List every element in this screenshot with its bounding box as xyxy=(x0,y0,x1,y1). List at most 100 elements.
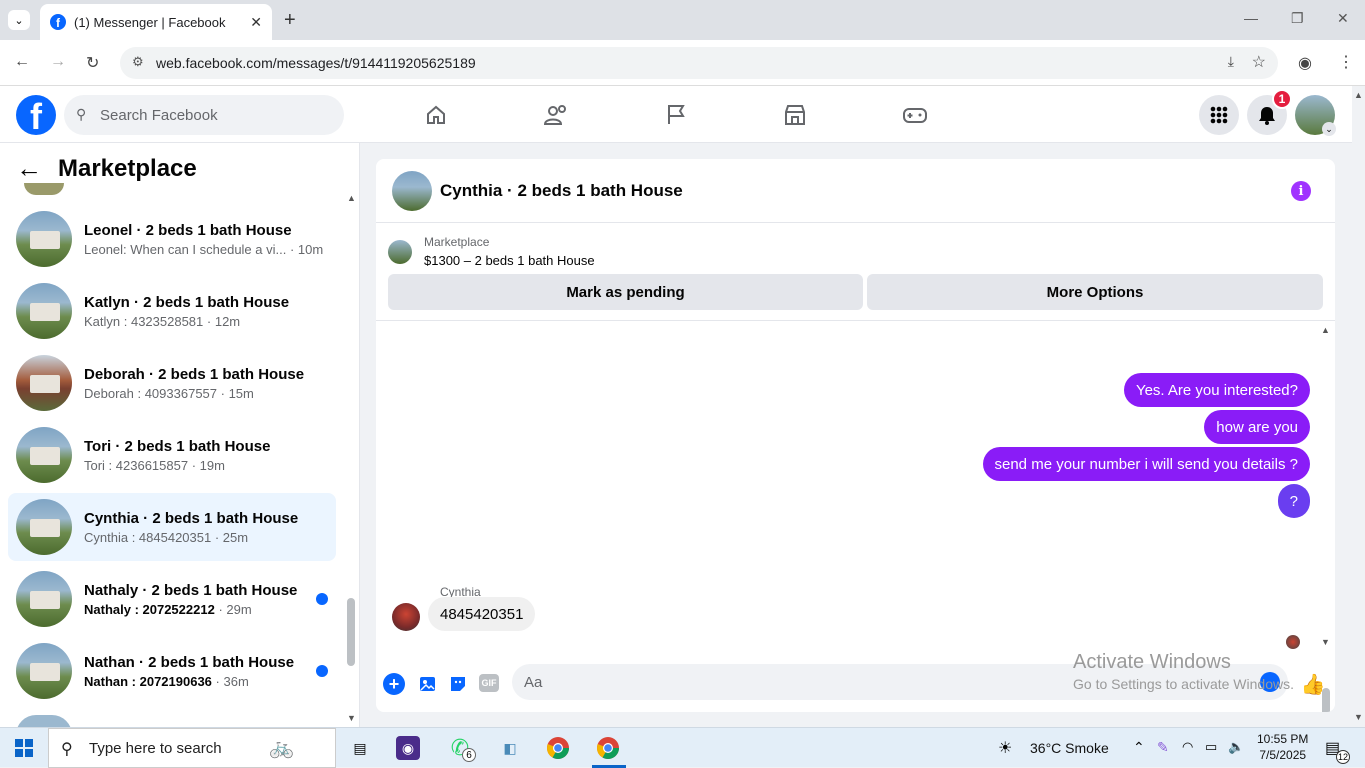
gif-icon[interactable]: GIF xyxy=(479,674,499,692)
battery-icon[interactable]: ▭ xyxy=(1205,739,1217,755)
facebook-favicon-icon: f xyxy=(50,14,66,30)
close-window-button[interactable]: ✕ xyxy=(1337,10,1349,27)
sidebar-scrollbar[interactable] xyxy=(347,598,355,666)
mark-as-pending-button[interactable]: Mark as pending xyxy=(388,274,863,310)
more-options-button[interactable]: More Options xyxy=(867,274,1323,310)
listing-avatar xyxy=(16,211,72,267)
info-icon[interactable]: i xyxy=(1291,181,1311,201)
conversation-item[interactable]: Deborah · 2 beds 1 bath House Deborah : … xyxy=(8,349,336,417)
minimize-button[interactable]: — xyxy=(1244,10,1258,26)
outgoing-message[interactable]: Yes. Are you interested? xyxy=(1123,373,1310,407)
scroll-up-arrow-icon[interactable]: ▲ xyxy=(1321,325,1330,335)
reload-icon[interactable]: ↻ xyxy=(86,53,99,73)
facebook-search-input[interactable]: ⚲ Search Facebook xyxy=(64,95,344,135)
outgoing-message[interactable]: how are you xyxy=(1204,410,1310,444)
chat-avatar[interactable] xyxy=(392,170,432,211)
bicycle-icon: 🚲 xyxy=(269,737,294,759)
gaming-icon[interactable] xyxy=(900,100,930,130)
outgoing-message[interactable]: ? xyxy=(1277,484,1310,518)
scroll-down-arrow-icon[interactable]: ▼ xyxy=(1321,637,1330,647)
marketplace-icon[interactable] xyxy=(780,100,810,130)
unread-dot xyxy=(316,665,328,677)
files-icon[interactable]: ◧ xyxy=(496,734,524,762)
chat-title[interactable]: Cynthia · 2 beds 1 bath House xyxy=(440,181,683,201)
site-info-icon[interactable]: ⚙ xyxy=(132,54,144,70)
conversation-time: · 36m xyxy=(215,673,249,689)
close-tab-icon[interactable]: ✕ xyxy=(250,14,262,31)
page-scroll-down-icon[interactable]: ▼ xyxy=(1354,712,1363,722)
sidebar-header: ← Marketplace xyxy=(16,153,197,184)
volume-icon[interactable]: 🔈 xyxy=(1228,739,1244,755)
pages-flag-icon[interactable] xyxy=(661,100,691,130)
notification-badge: 1 xyxy=(1272,89,1292,109)
conversation-time: · 25m xyxy=(214,529,249,545)
listing-avatar xyxy=(16,499,72,555)
friends-icon[interactable] xyxy=(541,100,571,130)
taskbar-clock[interactable]: 10:55 PM 7/5/2025 xyxy=(1257,731,1308,763)
weather-text[interactable]: 36°C Smoke xyxy=(1030,740,1109,756)
page-scroll-up-icon[interactable]: ▲ xyxy=(1354,90,1363,100)
clock-time: 10:55 PM xyxy=(1257,732,1309,746)
watermark-title: Activate Windows xyxy=(1073,651,1231,673)
browser-menu-icon[interactable]: ⋮ xyxy=(1338,52,1354,72)
conversation-item[interactable]: Nathaly · 2 beds 1 bath House Nathaly : … xyxy=(8,565,336,633)
conversation-name: Katlyn · 2 beds 1 bath House xyxy=(84,293,290,311)
task-view-icon[interactable]: ▤ xyxy=(346,734,374,762)
conversation-name: Leonel · 2 beds 1 bath House xyxy=(84,221,292,239)
plus-icon[interactable]: + xyxy=(383,673,405,695)
conversation-time: · 19m xyxy=(191,457,225,473)
install-app-icon[interactable]: ⤓ xyxy=(1228,53,1234,70)
windows-taskbar: ⚲ Type here to search 🚲 ▤ ◉ ✆ 6 ◧ ☀ 36°C… xyxy=(0,727,1365,768)
weather-icon[interactable]: ☀ xyxy=(998,738,1012,758)
browser-toolbar: ← → ↻ ⚙ web.facebook.com/messages/t/9144… xyxy=(0,40,1365,86)
show-hidden-icons-icon[interactable]: ⌃ xyxy=(1133,739,1145,756)
browser-tab-strip: ⌄ f (1) Messenger | Facebook ✕ + — ❐ ✕ xyxy=(0,0,1365,40)
conversation-preview: Nathaly : 2072522212 xyxy=(84,601,215,617)
listing-title[interactable]: $1300 – 2 beds 1 bath House xyxy=(424,253,595,268)
incoming-message[interactable]: 4845420351 xyxy=(428,597,536,631)
sticker-icon[interactable] xyxy=(447,673,469,695)
tab-search-button[interactable]: ⌄ xyxy=(8,10,30,30)
forward-arrow-icon[interactable]: → xyxy=(50,53,66,71)
photo-icon[interactable] xyxy=(416,673,438,695)
thumbs-up-icon[interactable]: 👍 xyxy=(1301,673,1326,696)
windows-start-icon[interactable] xyxy=(10,734,38,762)
back-arrow-icon[interactable]: ← xyxy=(16,153,42,184)
conversation-preview: Leonel: When can I schedule a vi... xyxy=(84,241,287,257)
scroll-up-arrow-icon[interactable]: ▲ xyxy=(347,193,356,203)
home-icon[interactable] xyxy=(421,100,451,130)
app-icon[interactable]: ◉ xyxy=(396,736,420,760)
tab-title: (1) Messenger | Facebook xyxy=(74,14,226,30)
chrome-icon[interactable] xyxy=(544,734,572,762)
listing-avatar xyxy=(16,571,72,627)
menu-grid-icon[interactable] xyxy=(1199,95,1239,135)
chat-panel: Cynthia · 2 beds 1 bath House i Marketpl… xyxy=(376,159,1335,712)
restore-button[interactable]: ❐ xyxy=(1291,10,1304,27)
conversation-item[interactable]: Tori · 2 beds 1 bath House Tori : 423661… xyxy=(8,421,336,489)
scroll-down-arrow-icon[interactable]: ▼ xyxy=(347,713,356,723)
outgoing-message[interactable]: send me your number i will send you deta… xyxy=(982,447,1310,481)
bookmark-star-icon[interactable]: ☆ xyxy=(1252,52,1266,72)
conversation-preview: Cynthia : 4845420351 xyxy=(84,529,212,545)
watermark-subtitle: Go to Settings to activate Windows. xyxy=(1073,676,1294,692)
profile-icon[interactable]: ◉ xyxy=(1298,53,1312,73)
sender-avatar[interactable] xyxy=(392,603,420,631)
chrome-profile-icon[interactable] xyxy=(594,734,622,762)
back-arrow-icon[interactable]: ← xyxy=(14,53,30,71)
browser-tab[interactable]: f (1) Messenger | Facebook ✕ xyxy=(40,4,272,40)
new-tab-button[interactable]: + xyxy=(284,9,296,32)
whatsapp-badge: 6 xyxy=(462,748,476,762)
address-bar[interactable]: ⚙ web.facebook.com/messages/t/9144119205… xyxy=(120,47,1278,79)
conversation-item-active[interactable]: Cynthia · 2 beds 1 bath House Cynthia : … xyxy=(8,493,336,561)
conversation-item[interactable]: Katlyn · 2 beds 1 bath House Katlyn : 43… xyxy=(8,277,336,345)
conversation-name: Deborah · 2 beds 1 bath House xyxy=(84,365,305,383)
pen-icon[interactable]: ✎ xyxy=(1157,739,1169,756)
taskbar-search-box[interactable]: ⚲ Type here to search 🚲 xyxy=(48,728,336,768)
chevron-down-icon[interactable]: ⌄ xyxy=(1322,122,1336,136)
partial-avatar xyxy=(16,715,72,727)
wifi-icon[interactable]: ◠ xyxy=(1182,739,1193,755)
conversation-name: Nathaly · 2 beds 1 bath House xyxy=(84,581,298,599)
facebook-logo[interactable]: f xyxy=(16,95,56,135)
conversation-item[interactable]: Leonel · 2 beds 1 bath House Leonel: Whe… xyxy=(8,205,336,273)
conversation-item[interactable]: Nathan · 2 beds 1 bath House Nathan : 20… xyxy=(8,637,336,705)
